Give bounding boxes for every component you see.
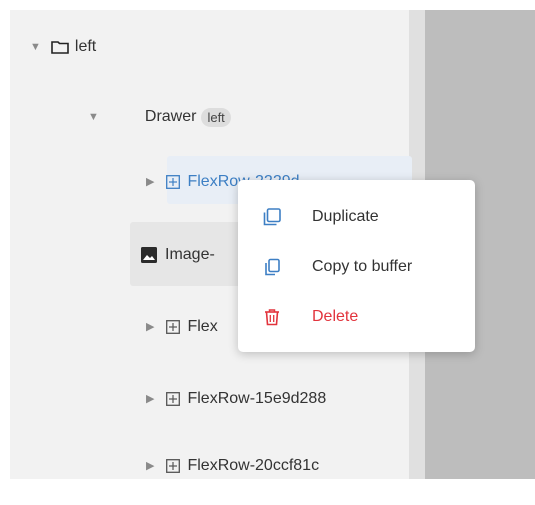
tree-item-label: FlexRow-15e9d288 bbox=[187, 390, 327, 407]
folder-icon bbox=[51, 40, 69, 54]
caret-right-icon[interactable]: ▶ bbox=[146, 176, 154, 188]
tree-item-flexrow[interactable]: ▶ Flex bbox=[146, 312, 218, 342]
caret-right-icon[interactable]: ▶ bbox=[146, 393, 154, 405]
tree-item-label: Flex bbox=[187, 318, 218, 335]
tree-item-label: FlexRow-20ccf81c bbox=[187, 457, 320, 474]
caret-right-icon[interactable]: ▶ bbox=[146, 321, 154, 333]
tree-item-label: left bbox=[74, 38, 97, 55]
grid-icon bbox=[166, 459, 181, 473]
menu-item-label: Duplicate bbox=[312, 208, 379, 225]
grid-icon bbox=[166, 392, 181, 406]
duplicate-icon bbox=[263, 208, 281, 226]
context-menu: Duplicate Copy to buffer Delete bbox=[238, 180, 475, 352]
tree-item-flexrow[interactable]: ▶ FlexRow-20ccf81c bbox=[146, 451, 319, 481]
tree-item-left-folder[interactable]: ▼ left bbox=[30, 32, 96, 62]
menu-item-label: Copy to buffer bbox=[312, 258, 413, 275]
caret-down-icon[interactable]: ▼ bbox=[88, 111, 99, 123]
menu-item-delete[interactable]: Delete bbox=[238, 295, 475, 339]
caret-down-icon[interactable]: ▼ bbox=[30, 41, 41, 53]
tree-item-flexrow[interactable]: ▶ FlexRow-15e9d288 bbox=[146, 384, 326, 414]
tree-item-label: Drawer bbox=[144, 108, 197, 125]
menu-item-copy-to-buffer[interactable]: Copy to buffer bbox=[238, 245, 475, 289]
trash-icon bbox=[263, 308, 281, 326]
menu-item-duplicate[interactable]: Duplicate bbox=[238, 195, 475, 239]
grid-icon bbox=[166, 175, 181, 189]
image-icon bbox=[141, 247, 157, 263]
caret-right-icon[interactable]: ▶ bbox=[146, 460, 154, 472]
grid-icon bbox=[166, 320, 181, 334]
tree-item-label: Image- bbox=[165, 246, 215, 263]
drawer-badge: left bbox=[201, 107, 231, 127]
copy-icon bbox=[263, 258, 281, 276]
menu-item-label: Delete bbox=[312, 308, 359, 325]
tree-item-drawer[interactable]: ▼ Drawer left bbox=[88, 102, 231, 132]
tree-item-image[interactable]: Image- bbox=[141, 240, 215, 270]
